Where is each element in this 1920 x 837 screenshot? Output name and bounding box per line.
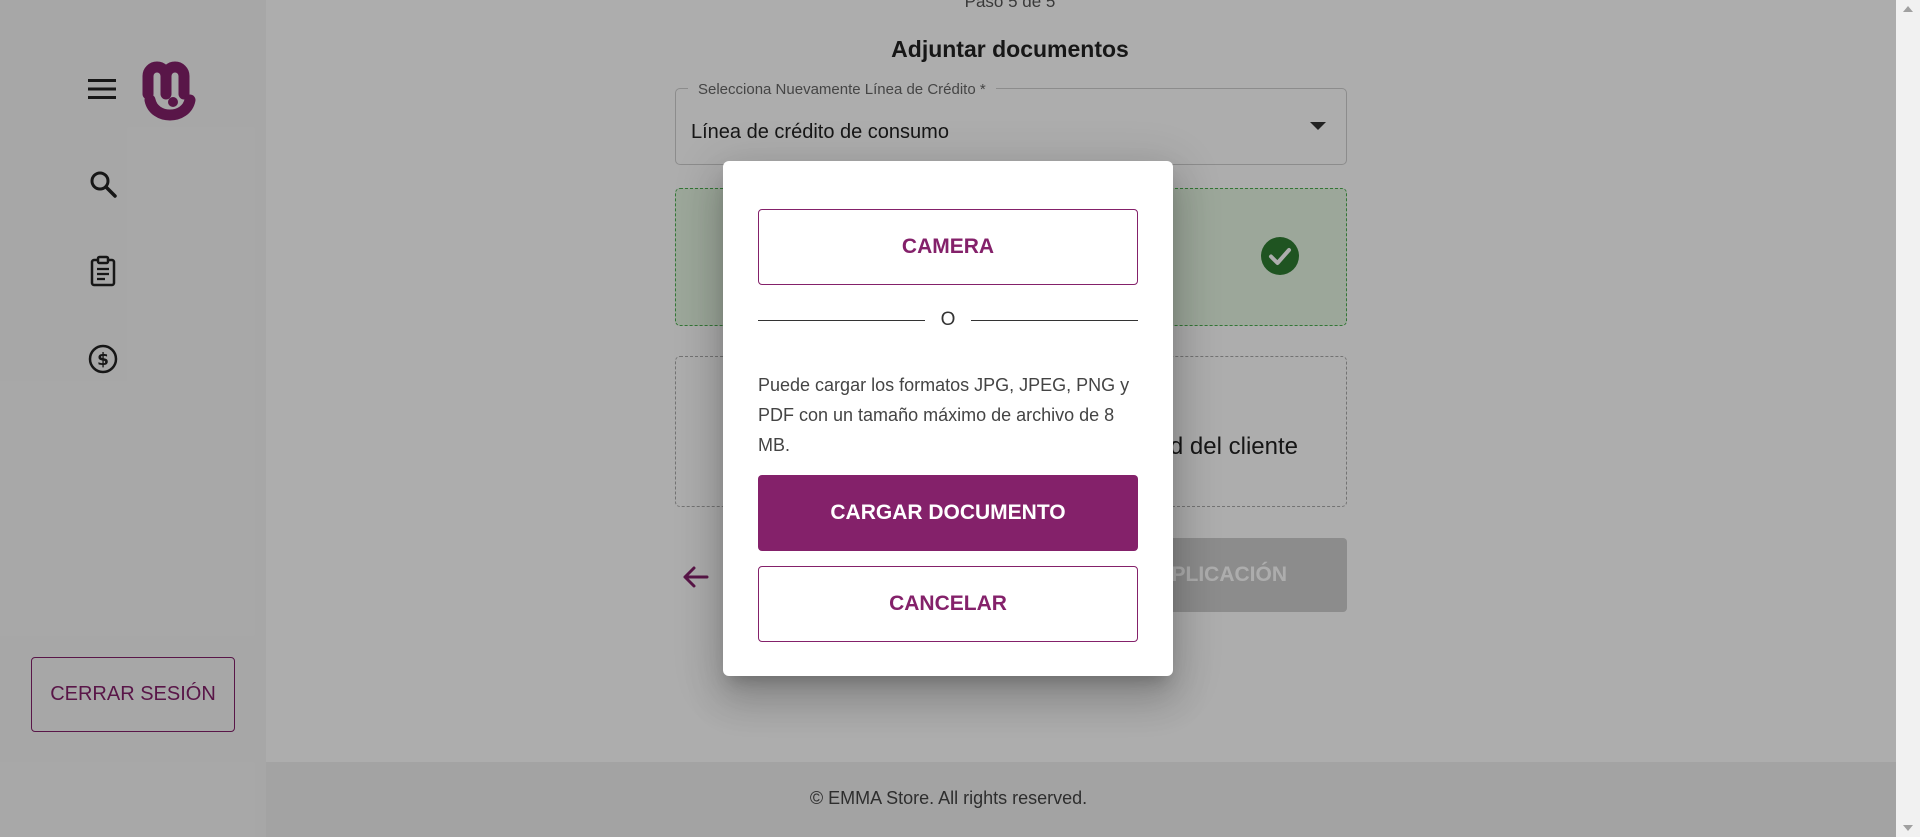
scroll-down-icon[interactable] xyxy=(1903,825,1913,831)
cancel-button[interactable]: CANCELAR xyxy=(758,566,1138,642)
camera-button[interactable]: CAMERA xyxy=(758,209,1138,285)
file-format-info: Puede cargar los formatos JPG, JPEG, PNG… xyxy=(758,375,1130,455)
page-scrollbar[interactable] xyxy=(1896,0,1920,837)
upload-document-button[interactable]: CARGAR DOCUMENTO xyxy=(758,475,1138,551)
divider-line-right xyxy=(971,320,1138,321)
scroll-up-icon[interactable] xyxy=(1903,6,1913,12)
upload-dialog: CAMERA O Puede cargar los formatos JPG, … xyxy=(723,161,1173,676)
